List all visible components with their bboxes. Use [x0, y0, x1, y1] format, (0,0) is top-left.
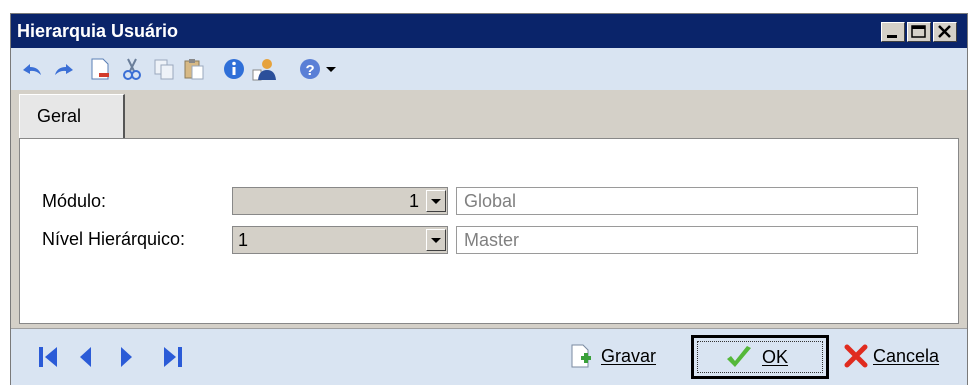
- window-title: Hierarquia Usuário: [17, 21, 179, 41]
- modulo-dropdown-button[interactable]: [426, 190, 446, 212]
- info-icon: [224, 59, 244, 79]
- first-record-icon: [39, 347, 57, 367]
- nivel-hierarquico-label: Nível Hierárquico:: [42, 229, 186, 249]
- tab-geral[interactable]: Geral: [19, 94, 125, 138]
- delete-document-button[interactable]: [87, 56, 113, 82]
- previous-record-icon: [80, 347, 91, 367]
- user-properties-icon: [252, 59, 276, 81]
- modulo-description: Global: [464, 191, 517, 211]
- close-icon: [938, 25, 951, 38]
- undo-icon: [23, 64, 41, 75]
- gravar-label: Gravar: [601, 346, 657, 366]
- dropdown-arrow-icon: [326, 67, 336, 72]
- nivel-description-field: Master: [456, 226, 918, 254]
- user-properties-button[interactable]: [251, 56, 277, 82]
- paste-button[interactable]: [181, 56, 207, 82]
- cancela-button[interactable]: Cancela: [839, 335, 963, 379]
- title-bar: Hierarquia Usuário: [11, 14, 967, 48]
- tab-geral-label: Geral: [37, 106, 82, 126]
- maximize-icon: [911, 25, 926, 38]
- ok-focus-outline: [697, 341, 823, 373]
- next-record-icon: [121, 347, 132, 367]
- modulo-combo[interactable]: 1: [232, 187, 448, 215]
- nivel-description: Master: [464, 230, 520, 250]
- copy-button[interactable]: [151, 56, 177, 82]
- maximize-button[interactable]: [907, 22, 931, 42]
- last-record-icon: [164, 347, 182, 367]
- minimize-button[interactable]: [881, 22, 905, 42]
- undo-button[interactable]: [19, 56, 45, 82]
- cut-icon: [123, 58, 141, 80]
- info-button[interactable]: [221, 56, 247, 82]
- help-dropdown[interactable]: [323, 56, 339, 82]
- nivel-dropdown-button[interactable]: [426, 229, 446, 251]
- cancel-x-icon: [844, 344, 868, 368]
- tab-content-geral: Módulo: 1 Global Nível Hierárquico: 1 Ma…: [19, 138, 959, 324]
- nivel-hierarquico-combo[interactable]: 1: [232, 226, 448, 254]
- modulo-value: 1: [408, 191, 419, 211]
- copy-icon: [154, 59, 174, 80]
- help-icon: ?: [300, 59, 320, 79]
- checkmark-icon: [727, 346, 751, 367]
- minimize-icon: [887, 35, 897, 38]
- chevron-down-icon: [431, 199, 441, 204]
- first-record-button[interactable]: [37, 345, 59, 369]
- cut-button[interactable]: [119, 56, 145, 82]
- paste-icon: [184, 59, 204, 80]
- hierarquia-usuario-window: Hierarquia Usuário ? Geral Módulo: 1 Glo…: [10, 13, 968, 385]
- ok-button[interactable]: OK: [691, 335, 829, 379]
- redo-button[interactable]: [51, 56, 77, 82]
- ok-label: OK: [762, 347, 789, 367]
- delete-document-icon: [91, 58, 109, 80]
- tab-panel: Geral Módulo: 1 Global Nível Hierárquico…: [17, 94, 961, 326]
- modulo-description-field: Global: [456, 187, 918, 215]
- cancela-label: Cancela: [873, 346, 940, 366]
- toolbar: ?: [11, 48, 967, 90]
- previous-record-button[interactable]: [75, 345, 97, 369]
- next-record-button[interactable]: [115, 345, 137, 369]
- nivel-hierarquico-value: 1: [238, 230, 249, 250]
- chevron-down-icon: [431, 238, 441, 243]
- close-button[interactable]: [933, 22, 957, 42]
- help-button[interactable]: ?: [297, 56, 323, 82]
- svg-text:?: ?: [306, 62, 315, 79]
- navigation-bar: Gravar OK Cancela: [11, 328, 967, 385]
- last-record-button[interactable]: [161, 345, 187, 369]
- save-document-icon: [571, 344, 591, 368]
- redo-icon: [55, 64, 73, 75]
- gravar-button[interactable]: Gravar: [565, 335, 681, 379]
- modulo-label: Módulo:: [42, 191, 107, 211]
